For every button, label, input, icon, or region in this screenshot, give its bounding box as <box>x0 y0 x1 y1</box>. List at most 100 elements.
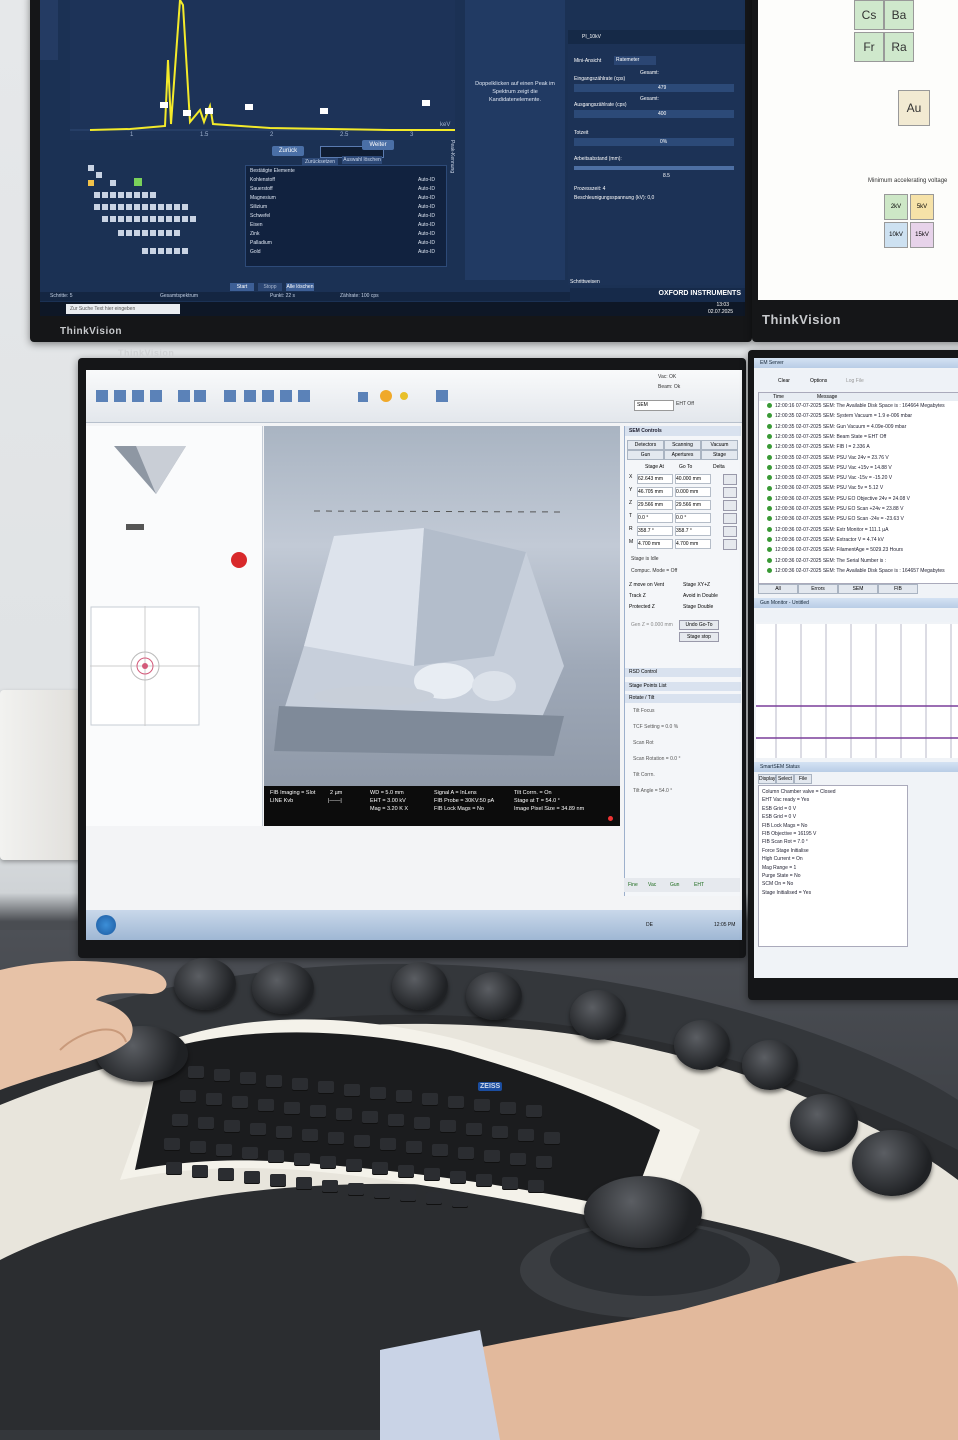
keyboard-key[interactable] <box>322 1180 338 1192</box>
keyboard-key[interactable] <box>346 1159 362 1171</box>
keyboard-key[interactable] <box>396 1090 412 1102</box>
undo-goto-button[interactable]: Undo Go-To <box>679 620 719 630</box>
keyboard-key[interactable] <box>372 1162 388 1174</box>
stage-goto-input[interactable]: 0.0 ° <box>675 513 711 523</box>
keyboard-key[interactable] <box>466 1123 482 1135</box>
stage-checkbox[interactable]: Track Z <box>629 593 646 599</box>
keyboard-key[interactable] <box>458 1147 474 1159</box>
keyboard-key[interactable] <box>302 1129 318 1141</box>
log-row[interactable]: 12:00:36 02-07-2025 SEM: Extractor V = 4… <box>767 537 953 544</box>
tab[interactable]: File <box>794 774 812 784</box>
stage-checkbox[interactable]: Stage XY+Z <box>683 582 710 588</box>
keyboard-key[interactable] <box>172 1114 188 1126</box>
tab[interactable]: Stage <box>701 450 738 460</box>
log-row[interactable]: 12:00:35 02-07-2025 SEM: FIB I = 2.336 A <box>767 444 953 451</box>
log-row[interactable]: 12:00:36 02-07-2025 SEM: The Serial Numb… <box>767 558 953 565</box>
element-list-item[interactable]: Palladium <box>250 240 272 246</box>
keyboard-key[interactable] <box>190 1141 206 1153</box>
knob-4[interactable] <box>466 972 522 1020</box>
element-list-item[interactable]: Silizium <box>250 204 267 210</box>
keyboard-key[interactable] <box>440 1120 456 1132</box>
keyboard-key[interactable] <box>414 1117 430 1129</box>
keyboard-key[interactable] <box>426 1192 442 1204</box>
keyboard-key[interactable] <box>294 1153 310 1165</box>
keyboard-key[interactable] <box>276 1126 292 1138</box>
tilt-item[interactable]: Tilt Corrn. <box>633 772 655 778</box>
element-list-item[interactable]: Schwefel <box>250 213 270 219</box>
rotate-tilt-header[interactable]: Rotate / Tilt <box>625 694 741 703</box>
tab[interactable]: Gun <box>627 450 664 460</box>
keyboard-key[interactable] <box>292 1078 308 1090</box>
element-list-item[interactable]: Magnesium <box>250 195 276 201</box>
stage-delta-button[interactable] <box>723 487 737 498</box>
keyboard-key[interactable] <box>250 1123 266 1135</box>
tilt-item[interactable]: Scan Rot <box>633 740 654 746</box>
keyboard-key[interactable] <box>398 1165 414 1177</box>
stage-checkbox[interactable]: Stage Double <box>683 604 713 610</box>
stage-goto-input[interactable]: 40.000 mm <box>675 474 711 484</box>
stage-delta-button[interactable] <box>723 500 737 511</box>
work-distance-slider[interactable] <box>574 166 734 170</box>
keyboard-key[interactable] <box>164 1138 180 1150</box>
log-row[interactable]: 12:00:35 02-07-2025 SEM: System Vacuum =… <box>767 413 953 420</box>
tab[interactable]: Scanning <box>664 440 701 450</box>
keyboard-key[interactable] <box>484 1150 500 1162</box>
tab[interactable]: SEM <box>838 584 878 594</box>
tab[interactable]: All <box>758 584 798 594</box>
log-row[interactable]: 12:00:36 02-07-2025 SEM: PSU Vac 5v = 5.… <box>767 485 953 492</box>
keyboard-key[interactable] <box>240 1072 256 1084</box>
stage-delta-button[interactable] <box>723 474 737 485</box>
keyboard-key[interactable] <box>448 1096 464 1108</box>
oxford-clear-button[interactable]: Alle löschen <box>286 283 314 291</box>
keyboard-key[interactable] <box>500 1102 516 1114</box>
keyboard-key[interactable] <box>544 1132 560 1144</box>
element-list-item[interactable]: Sauerstoff <box>250 186 273 192</box>
oxford-start-button[interactable]: Start <box>230 283 254 291</box>
keyboard-key[interactable] <box>492 1126 508 1138</box>
keyboard-key[interactable] <box>370 1087 386 1099</box>
tab[interactable]: FIB <box>878 584 918 594</box>
next-button[interactable]: Weiter <box>362 140 394 150</box>
log-row[interactable]: 12:00:36 02-07-2025 SEM: PSU EO Scan +24… <box>767 506 953 513</box>
keyboard-key[interactable] <box>166 1162 182 1174</box>
mode-select[interactable]: SEM <box>634 400 674 411</box>
keyboard-key[interactable] <box>400 1189 416 1201</box>
keyboard-key[interactable] <box>270 1174 286 1186</box>
keyboard-key[interactable] <box>266 1075 282 1087</box>
keyboard-key[interactable] <box>432 1144 448 1156</box>
knob-6[interactable] <box>674 1020 730 1070</box>
stage-goto-input[interactable]: 358.7 ° <box>675 526 711 536</box>
stage-points-header[interactable]: Stage Points List <box>625 682 741 691</box>
log-row[interactable]: 12:00:36 02-07-2025 SEM: PSU EO Objectiv… <box>767 496 953 503</box>
keyboard-key[interactable] <box>380 1138 396 1150</box>
knob-9[interactable] <box>852 1130 932 1196</box>
keyboard-key[interactable] <box>284 1102 300 1114</box>
log-row[interactable]: 12:00:35 02-07-2025 SEM: PSU Vac -15v = … <box>767 475 953 482</box>
keyboard-key[interactable] <box>406 1141 422 1153</box>
keyboard-key[interactable] <box>336 1108 352 1120</box>
em-logfile[interactable]: Log File <box>846 378 864 384</box>
keyboard-key[interactable] <box>474 1099 490 1111</box>
keyboard-key[interactable] <box>450 1171 466 1183</box>
stage-checkbox[interactable]: Protected Z <box>629 604 655 610</box>
taskbar-search[interactable]: Zur Suche Text hier eingeben <box>66 304 180 314</box>
stage-stop-button[interactable]: Stage stop <box>679 632 719 642</box>
tab[interactable]: Display <box>758 774 776 784</box>
keyboard-key[interactable] <box>388 1114 404 1126</box>
knob-8[interactable] <box>790 1094 858 1152</box>
keyboard-key[interactable] <box>218 1168 234 1180</box>
element-list-item[interactable]: Kohlenstoff <box>250 177 275 183</box>
log-row[interactable]: 12:00:35 02-07-2025 SEM: Beam State = EH… <box>767 434 953 441</box>
knob-2[interactable] <box>252 962 314 1014</box>
keyboard-key[interactable] <box>476 1174 492 1186</box>
keyboard-key[interactable] <box>192 1165 208 1177</box>
tab[interactable]: Detectors <box>627 440 664 450</box>
em-options[interactable]: Options <box>810 378 827 384</box>
tab[interactable]: Select <box>776 774 794 784</box>
stage-goto-input[interactable]: 4.700 mm <box>675 539 711 549</box>
keyboard-key[interactable] <box>258 1099 274 1111</box>
keyboard-key[interactable] <box>224 1120 240 1132</box>
keyboard-key[interactable] <box>528 1180 544 1192</box>
stage-goto-input[interactable]: 29.566 mm <box>675 500 711 510</box>
log-row[interactable]: 12:00:35 02-07-2025 SEM: PSU Vac +15v = … <box>767 465 953 472</box>
